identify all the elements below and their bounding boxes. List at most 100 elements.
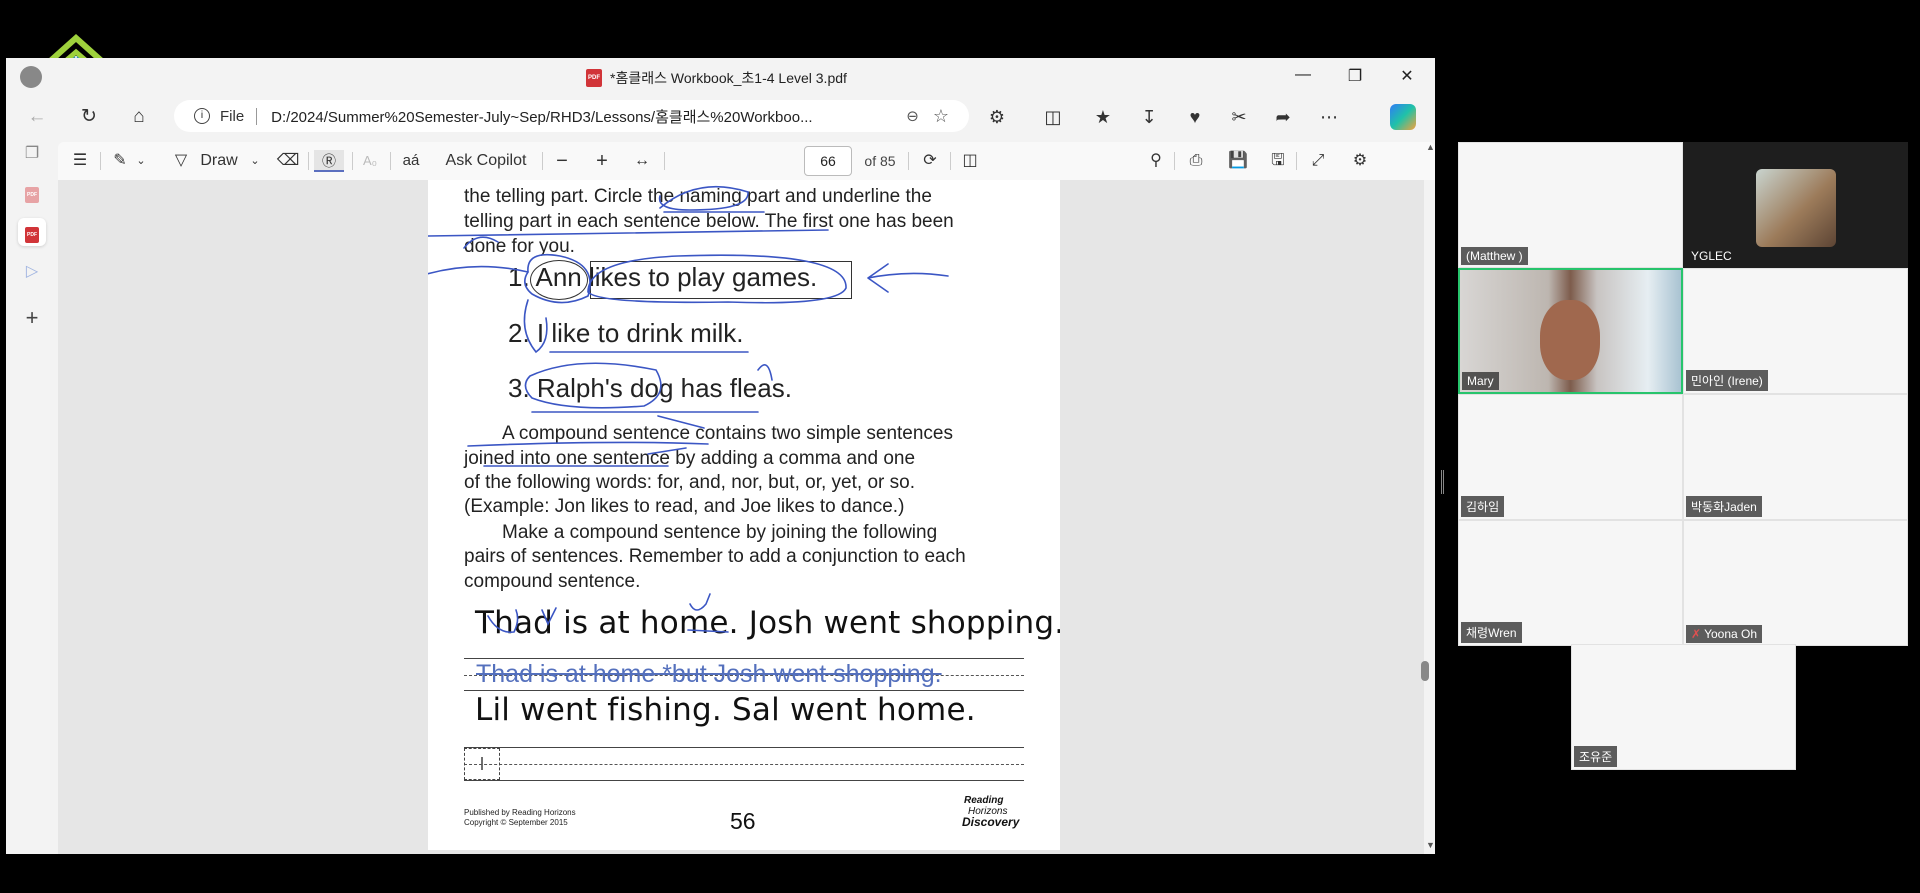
intro-line-1: the telling part. Circle the naming part…: [464, 186, 932, 207]
url-text[interactable]: D:/2024/Summer%20Semester-July~Sep/RHD3/…: [271, 106, 812, 127]
zoom-out-button[interactable]: −: [552, 150, 572, 172]
screenshot-icon[interactable]: ✂: [1226, 104, 1252, 130]
participant-tile[interactable]: ✗ Yoona Oh: [1683, 520, 1908, 646]
title-bar: PDF *홈클래스 Workbook_초1-4 Level 3.pdf — ❐ …: [6, 58, 1435, 96]
copilot-icon[interactable]: [1390, 104, 1416, 130]
extensions-icon[interactable]: ⚙: [984, 104, 1010, 130]
translate-icon[interactable]: aá: [398, 150, 424, 172]
compound-line-1: A compound sentence contains two simple …: [502, 423, 953, 444]
participant-name: 민아인 (Irene): [1686, 370, 1768, 391]
participant-name-muted: ✗ Yoona Oh: [1686, 625, 1763, 643]
pdf-file-icon: PDF: [586, 69, 602, 87]
read-aloud-icon[interactable]: A₀: [358, 150, 382, 172]
address-bar[interactable]: i File D:/2024/Summer%20Semester-July~Se…: [174, 100, 969, 132]
example-sentence-3: 3. Ralph's dog has fleas.: [508, 373, 792, 403]
sidebar-tab-pdf-active[interactable]: PDF: [18, 218, 46, 246]
page-view-icon[interactable]: ◫: [958, 150, 982, 172]
exercise-2-prompt: Lil went fishing. Sal went home.: [475, 692, 976, 728]
compound-line-4: (Example: Jon likes to read, and Joe lik…: [464, 496, 905, 517]
participant-name: 박동화Jaden: [1686, 496, 1762, 517]
rotate-icon[interactable]: ⟳: [918, 150, 942, 172]
participant-tile[interactable]: 박동화Jaden: [1683, 394, 1908, 520]
save-as-icon[interactable]: 🖫: [1266, 150, 1290, 172]
scroll-down-icon[interactable]: ▼: [1426, 840, 1435, 850]
draw-icon[interactable]: ▽: [170, 150, 192, 172]
profile-avatar[interactable]: [20, 66, 42, 88]
participant-tile[interactable]: 채령Wren: [1458, 520, 1683, 646]
participant-name: 채령Wren: [1461, 622, 1522, 643]
tab-actions-icon[interactable]: ❐: [18, 140, 46, 168]
exercise-1-typed-answer[interactable]: Thad is at home *but Josh went shopping.: [476, 660, 942, 689]
participant-tile[interactable]: (Matthew ): [1458, 142, 1683, 268]
favorites-icon[interactable]: ★: [1090, 104, 1116, 130]
refresh-icon[interactable]: ↻: [76, 104, 102, 130]
print-icon[interactable]: ⎙: [1184, 150, 1208, 172]
browser-window: PDF *홈클래스 Workbook_초1-4 Level 3.pdf — ❐ …: [6, 58, 1435, 854]
navigation-bar: ← ↻ ⌂ i File D:/2024/Summer%20Semester-J…: [6, 96, 1435, 136]
fit-to-width-icon[interactable]: ↔: [630, 150, 654, 172]
settings-gear-icon[interactable]: ⚙: [1348, 150, 1372, 172]
vertical-tabs-sidebar: ❐ PDF PDF ▷ +: [6, 140, 58, 854]
participant-tile[interactable]: 조유준: [1571, 644, 1796, 770]
contents-icon[interactable]: ☰: [68, 150, 92, 172]
pdf-scrollbar[interactable]: ▲ ▼: [1426, 142, 1435, 852]
example-sentence-2: 2. I like to drink milk.: [508, 318, 744, 348]
participant-face: [1540, 300, 1600, 380]
favorite-star-icon[interactable]: ☆: [933, 106, 949, 127]
home-icon[interactable]: ⌂: [126, 104, 152, 130]
participant-tile-active-speaker[interactable]: Mary: [1458, 268, 1683, 394]
search-icon[interactable]: ⚲: [1144, 150, 1168, 172]
intro-line-2: telling part in each sentence below. The…: [464, 211, 954, 232]
ask-copilot-button[interactable]: Ask Copilot: [438, 150, 534, 172]
pdf-viewport[interactable]: the telling part. Circle the naming part…: [58, 180, 1424, 854]
participant-tile[interactable]: 김하임: [1458, 394, 1683, 520]
minimize-button[interactable]: —: [1288, 66, 1318, 86]
pdf-toolbar: ☰ ✎ ⌄ ▽ Draw ⌄ ⌫ Ⓡ A₀ aá Ask Copilot − +…: [58, 142, 1435, 180]
desktop: PDF *홈클래스 Workbook_초1-4 Level 3.pdf — ❐ …: [0, 0, 1920, 893]
exercise-1-prompt: Thad is at home. Josh went shopping.: [475, 605, 1060, 641]
info-icon[interactable]: i: [194, 108, 210, 124]
restore-button[interactable]: ❐: [1340, 66, 1370, 86]
panel-splitter[interactable]: [1441, 470, 1444, 494]
sidebar-tab-media[interactable]: ▷: [18, 258, 46, 286]
add-text-icon[interactable]: Ⓡ: [314, 150, 344, 172]
eraser-icon[interactable]: ⌫: [276, 150, 300, 172]
more-options-icon[interactable]: ⋯: [1316, 104, 1342, 130]
pdf-page: the telling part. Circle the naming part…: [428, 180, 1060, 850]
naming-part-circle: [530, 260, 588, 300]
participant-tile[interactable]: YGLEC: [1683, 142, 1908, 268]
publisher-line-1: Published by Reading Horizons: [464, 808, 576, 817]
downloads-icon[interactable]: ↧: [1136, 104, 1162, 130]
compound-line-2: joined into one sentence by adding a com…: [464, 448, 916, 469]
save-icon[interactable]: 💾: [1226, 150, 1250, 172]
participant-tile[interactable]: 민아인 (Irene): [1683, 268, 1908, 394]
participant-name: YGLEC: [1691, 249, 1732, 263]
instruction-line-2: pairs of sentences. Remember to add a co…: [464, 546, 966, 567]
highlight-icon[interactable]: ✎: [108, 150, 132, 172]
sidebar-tab-pdf-1[interactable]: PDF: [18, 178, 46, 206]
instruction-line-1: Make a compound sentence by joining the …: [502, 522, 938, 543]
back-icon[interactable]: ←: [24, 104, 50, 130]
compound-line-3: of the following words: for, and, nor, b…: [464, 472, 915, 493]
text-input-box[interactable]: I: [464, 748, 500, 780]
scroll-up-icon[interactable]: ▲: [1426, 142, 1435, 152]
draw-button[interactable]: Draw: [196, 150, 242, 172]
highlight-dropdown-icon[interactable]: ⌄: [134, 150, 148, 172]
split-screen-icon[interactable]: ◫: [1040, 104, 1066, 130]
zoom-in-button[interactable]: +: [592, 150, 612, 172]
brand-line-1: Reading: [964, 795, 1004, 806]
draw-dropdown-icon[interactable]: ⌄: [248, 150, 262, 172]
browser-essentials-icon[interactable]: ♥: [1182, 104, 1208, 130]
telling-part-box: [590, 261, 852, 299]
zoom-out-icon[interactable]: ⊖: [906, 107, 919, 125]
share-icon[interactable]: ➦: [1270, 104, 1296, 130]
close-window-button[interactable]: ✕: [1392, 66, 1422, 86]
page-number: 56: [730, 808, 756, 834]
scroll-thumb[interactable]: [1421, 661, 1429, 681]
tab-title: *홈클래스 Workbook_초1-4 Level 3.pdf: [610, 70, 847, 86]
fullscreen-icon[interactable]: ⤢: [1306, 150, 1330, 172]
participant-name: Yoona Oh: [1704, 627, 1758, 641]
intro-line-3: done for you.: [464, 236, 575, 257]
new-tab-icon[interactable]: +: [18, 304, 46, 332]
page-number-input[interactable]: 66: [804, 146, 852, 176]
